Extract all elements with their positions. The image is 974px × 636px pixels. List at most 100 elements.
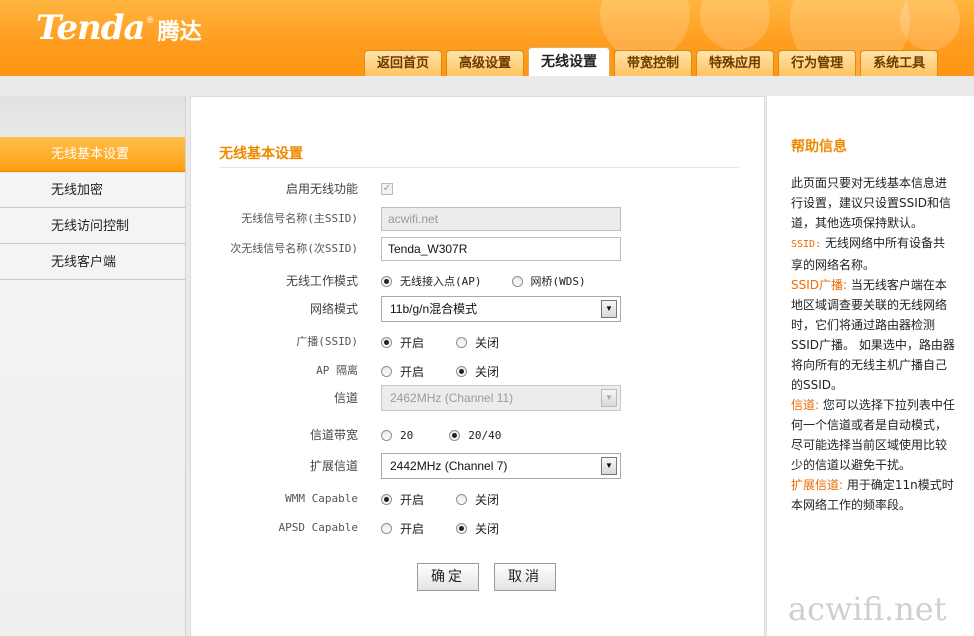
- bandwidth-2040-option[interactable]: 20/40: [449, 429, 501, 442]
- work-mode-ap-label: 无线接入点(AP): [400, 275, 482, 288]
- work-mode-label: 无线工作模式: [285, 274, 358, 288]
- network-mode-label: 网络模式: [309, 302, 358, 316]
- decor-bubble: [900, 0, 960, 50]
- apsd-off-option[interactable]: 关闭: [456, 520, 499, 537]
- logo-text: Tenda: [36, 8, 146, 48]
- wmm-row: WMM Capable 开启 关闭: [191, 487, 766, 511]
- bandwidth-2040-label: 20/40: [468, 428, 502, 442]
- tenda-logo: Tenda ® 腾达: [36, 8, 202, 48]
- ok-button[interactable]: 确定: [417, 563, 479, 591]
- wmm-off-label: 关闭: [475, 492, 500, 507]
- enable-wireless-row: 启用无线功能 ✓: [191, 177, 766, 201]
- bandwidth-20-label: 20: [400, 428, 414, 442]
- logo-cn-text: 腾达: [157, 20, 202, 45]
- sidebar-item-access-control[interactable]: 无线访问控制: [0, 209, 185, 244]
- sidebar-item-encryption[interactable]: 无线加密: [0, 173, 185, 208]
- work-mode-ap-option[interactable]: 无线接入点(AP): [381, 273, 482, 289]
- help-body: 此页面只要对无线基本信息进行设置，建议只设置SSID和信道，其他选项保持默认。 …: [791, 173, 955, 515]
- registered-mark: ®: [145, 16, 155, 26]
- wmm-on-label: 开启: [400, 492, 425, 507]
- isolation-off-option[interactable]: 关闭: [456, 363, 499, 380]
- broadcast-off-radio[interactable]: [456, 336, 468, 348]
- channel-row: 信道 2462MHz (Channel 11) ▼: [191, 385, 766, 411]
- channel-label: 信道: [333, 391, 358, 405]
- cancel-button[interactable]: 取消: [494, 563, 556, 591]
- broadcast-off-label: 关闭: [475, 335, 500, 350]
- enable-wireless-label: 启用无线功能: [285, 182, 358, 196]
- help-ssid-keyword: SSID:: [791, 239, 822, 250]
- isolation-on-option[interactable]: 开启: [381, 363, 424, 380]
- apsd-on-radio[interactable]: [381, 522, 392, 534]
- channel-value: 2462MHz (Channel 11): [390, 391, 514, 405]
- work-mode-wds-option[interactable]: 网桥(WDS): [511, 273, 586, 289]
- isolation-off-label: 关闭: [475, 364, 500, 379]
- apsd-on-label: 开启: [400, 521, 425, 536]
- tab-home[interactable]: 返回首页: [364, 50, 443, 76]
- work-mode-wds-radio[interactable]: [511, 275, 523, 287]
- help-panel: 帮助信息 此页面只要对无线基本信息进行设置，建议只设置SSID和信道，其他选项保…: [766, 96, 974, 636]
- main-panel: 无线基本设置 启用无线功能 ✓ 无线信号名称(主SSID) acwifi.net…: [190, 96, 765, 636]
- wmm-on-option[interactable]: 开启: [381, 491, 424, 508]
- network-mode-value: 11b/g/n混合模式: [390, 302, 478, 316]
- sidebar-item-basic[interactable]: 无线基本设置: [0, 137, 185, 172]
- watermark: acwifi.net: [788, 590, 947, 628]
- channel-select[interactable]: 2462MHz (Channel 11) ▼: [381, 385, 621, 411]
- apsd-row: APSD Capable 开启 关闭: [191, 516, 766, 540]
- apsd-off-radio[interactable]: [456, 522, 468, 534]
- apsd-label: APSD Capable: [278, 521, 358, 534]
- tab-bandwidth[interactable]: 带宽控制: [614, 50, 693, 76]
- top-banner: Tenda ® 腾达 返回首页 高级设置 无线设置 带宽控制 特殊应用 行为管理…: [0, 0, 974, 76]
- help-title: 帮助信息: [791, 139, 847, 155]
- wmm-on-radio[interactable]: [381, 493, 392, 505]
- primary-ssid-input[interactable]: acwifi.net: [381, 207, 621, 231]
- bandwidth-label: 信道带宽: [309, 428, 358, 442]
- page-title: 无线基本设置: [219, 146, 303, 162]
- ext-channel-label: 扩展信道: [309, 459, 358, 473]
- broadcast-on-radio[interactable]: [381, 336, 392, 348]
- help-ext-keyword: 扩展信道:: [791, 478, 844, 492]
- left-sidebar: 无线基本设置 无线加密 无线访问控制 无线客户端: [0, 96, 186, 636]
- decor-bubble: [700, 0, 770, 50]
- secondary-ssid-label: 次无线信号名称(次SSID): [230, 242, 358, 255]
- help-channel-keyword: 信道:: [791, 398, 820, 412]
- dropdown-arrow-icon[interactable]: ▼: [601, 457, 617, 475]
- tab-system-tools[interactable]: 系统工具: [860, 50, 939, 76]
- sidebar-item-clients[interactable]: 无线客户端: [0, 245, 185, 280]
- wmm-off-radio[interactable]: [456, 493, 468, 505]
- bandwidth-20-radio[interactable]: [381, 429, 392, 441]
- isolation-off-radio[interactable]: [456, 365, 468, 377]
- dropdown-arrow-icon[interactable]: ▼: [601, 300, 617, 318]
- network-mode-row: 网络模式 11b/g/n混合模式 ▼: [191, 296, 766, 322]
- ap-isolation-row: AP 隔离 开启 关闭: [191, 359, 766, 383]
- bandwidth-2040-radio[interactable]: [449, 429, 461, 441]
- apsd-off-label: 关闭: [475, 521, 500, 536]
- wmm-off-option[interactable]: 关闭: [456, 491, 499, 508]
- bandwidth-20-option[interactable]: 20: [381, 429, 413, 442]
- apsd-on-option[interactable]: 开启: [381, 520, 424, 537]
- broadcast-on-option[interactable]: 开启: [381, 334, 424, 351]
- ssid-broadcast-row: 广播(SSID) 开启 关闭: [191, 330, 766, 354]
- tab-behavior[interactable]: 行为管理: [778, 50, 857, 76]
- primary-ssid-row: 无线信号名称(主SSID) acwifi.net: [191, 207, 766, 231]
- secondary-ssid-input[interactable]: Tenda_W307R: [381, 237, 621, 261]
- ext-channel-select[interactable]: 2442MHz (Channel 7) ▼: [381, 453, 621, 479]
- network-mode-select[interactable]: 11b/g/n混合模式 ▼: [381, 296, 621, 322]
- help-intro: 此页面只要对无线基本信息进行设置，建议只设置SSID和信道，其他选项保持默认。: [791, 176, 952, 230]
- work-mode-row: 无线工作模式 无线接入点(AP) 网桥(WDS): [191, 269, 766, 293]
- ext-channel-row: 扩展信道 2442MHz (Channel 7) ▼: [191, 453, 766, 479]
- wmm-label: WMM Capable: [285, 492, 358, 505]
- ap-isolation-label: AP 隔离: [316, 364, 358, 377]
- primary-ssid-label: 无线信号名称(主SSID): [241, 212, 358, 225]
- isolation-on-label: 开启: [400, 364, 425, 379]
- help-broadcast-keyword: SSID广播:: [791, 278, 848, 292]
- tab-advanced[interactable]: 高级设置: [446, 50, 525, 76]
- enable-wireless-checkbox[interactable]: ✓: [381, 183, 393, 195]
- ext-channel-value: 2442MHz (Channel 7): [390, 459, 508, 473]
- dropdown-arrow-icon[interactable]: ▼: [601, 389, 617, 407]
- ssid-broadcast-label: 广播(SSID): [296, 335, 358, 348]
- broadcast-off-option[interactable]: 关闭: [456, 334, 499, 351]
- tab-wireless[interactable]: 无线设置: [528, 47, 611, 76]
- work-mode-ap-radio[interactable]: [381, 275, 392, 287]
- isolation-on-radio[interactable]: [381, 365, 392, 377]
- tab-special-apps[interactable]: 特殊应用: [696, 50, 775, 76]
